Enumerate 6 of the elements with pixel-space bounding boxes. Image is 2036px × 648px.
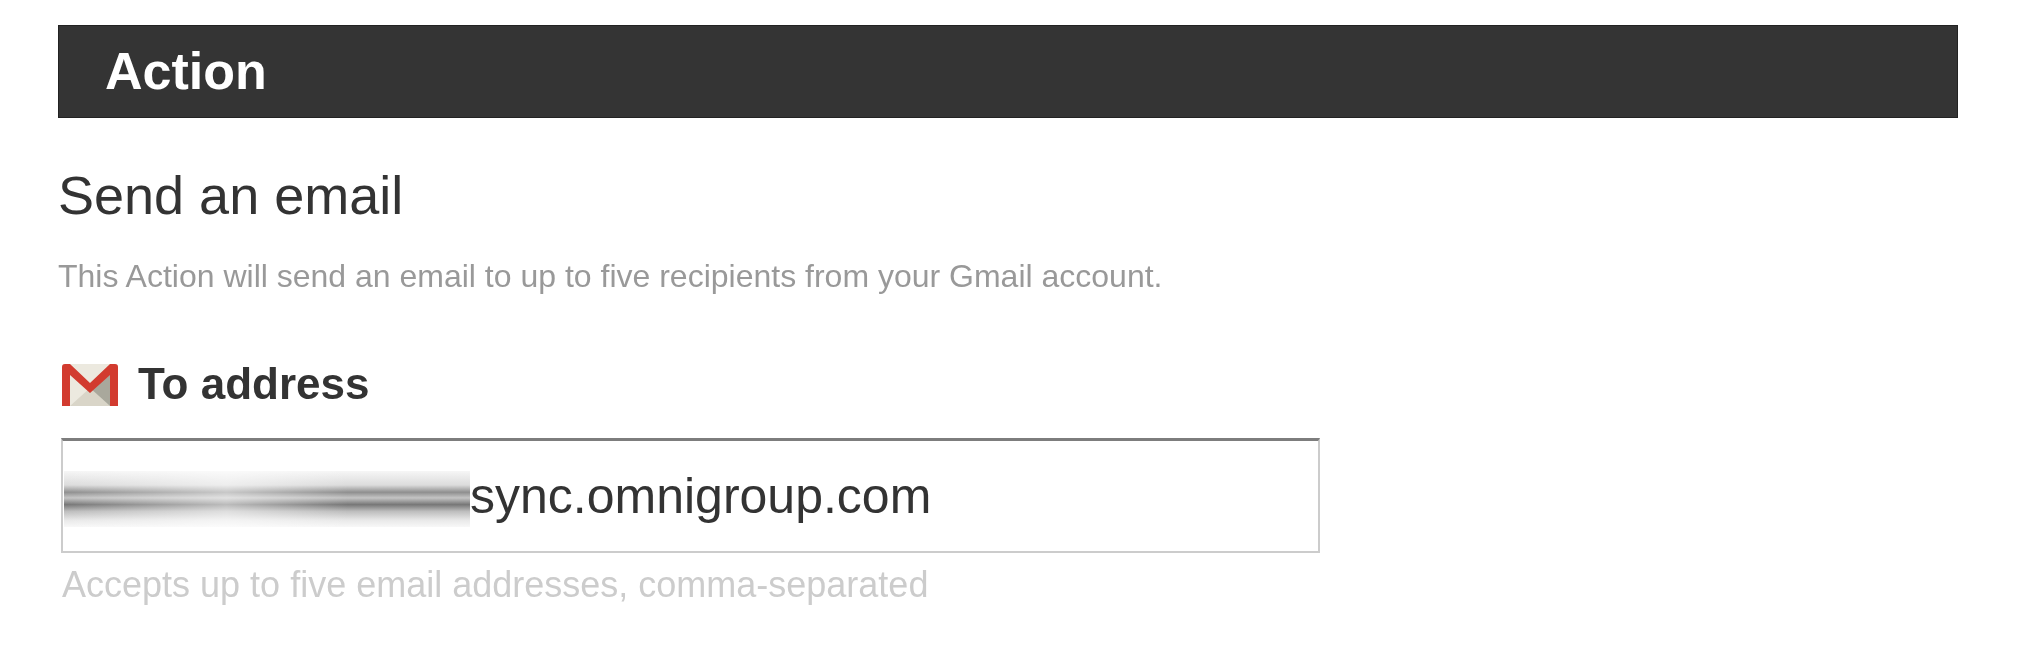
envelope-icon — [62, 363, 118, 406]
header-title: Action — [105, 41, 267, 103]
email-input-field[interactable]: sync.omnigroup.com — [61, 438, 1320, 553]
action-description: This Action will send an email to up to five recipients from your Gmail account. — [58, 256, 1164, 296]
action-title: Send an email — [58, 164, 405, 227]
field-label: To address — [138, 358, 370, 411]
